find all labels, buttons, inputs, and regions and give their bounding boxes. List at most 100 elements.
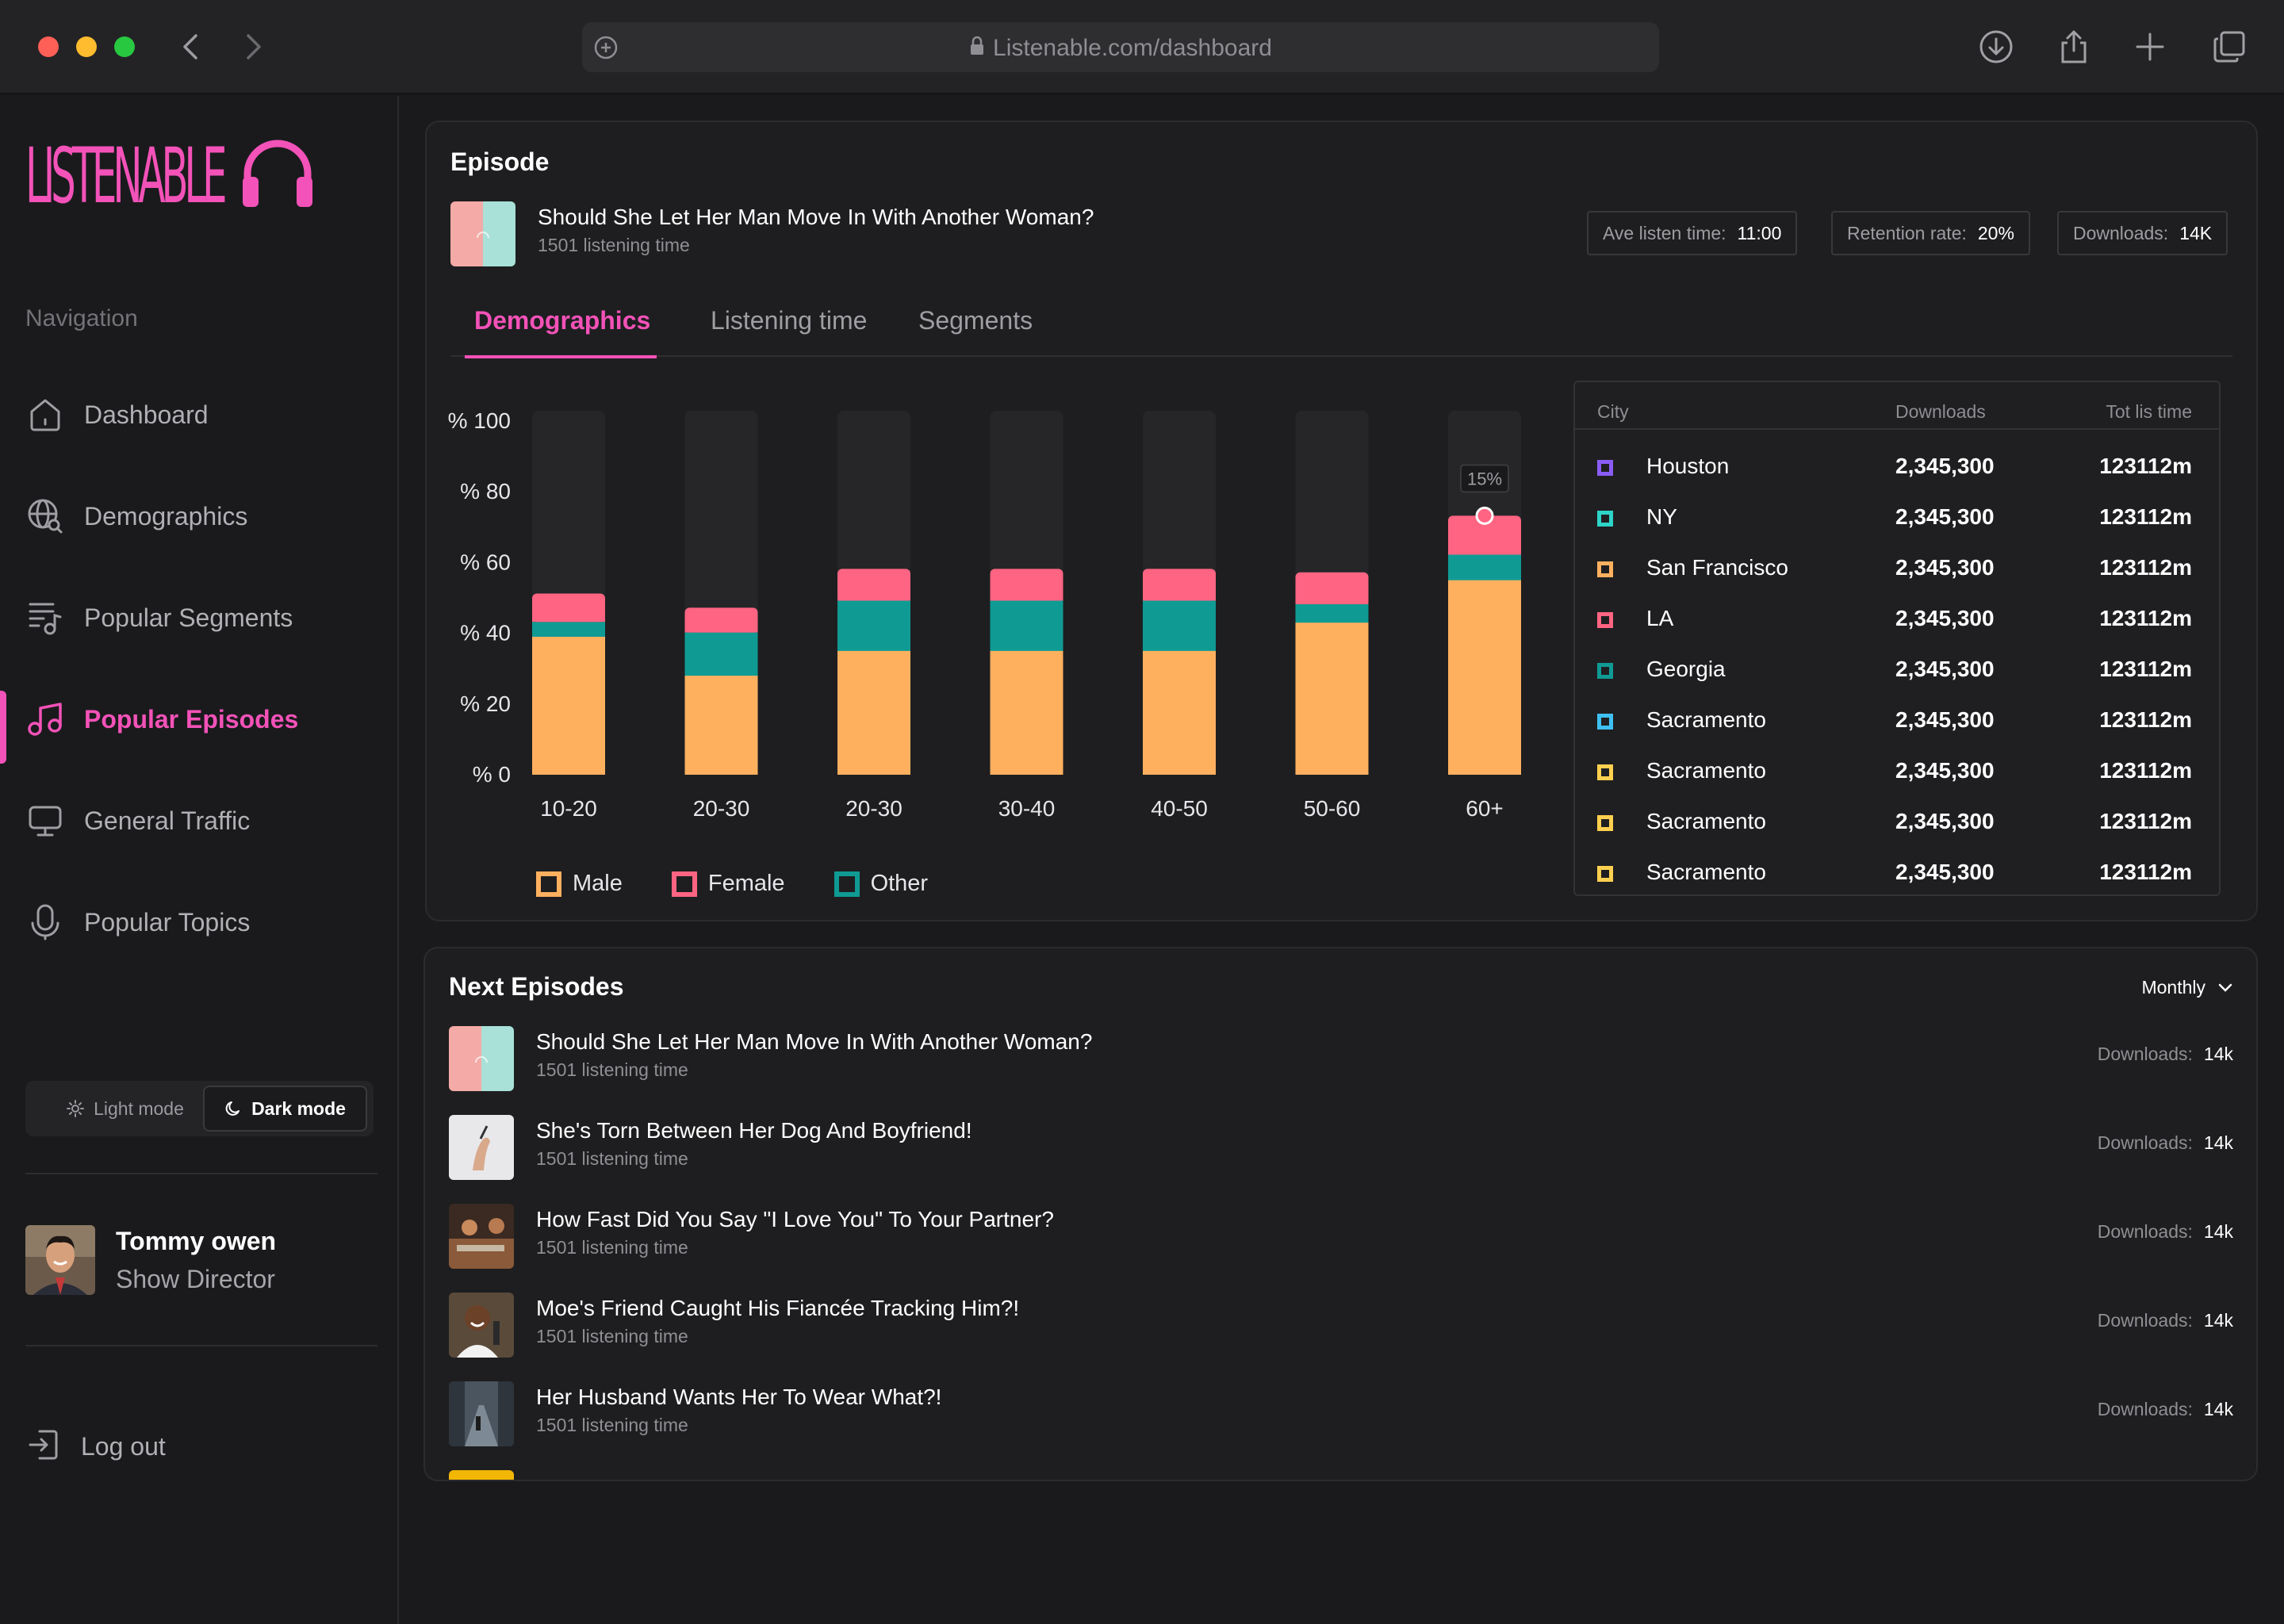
episode-downloads: Downloads: 14k [2098,1044,2233,1065]
forward-button[interactable] [238,29,270,65]
y-tick-label: % 80 [460,479,511,504]
list-item[interactable]: Her Husband Wants Her To Wear What?! 150… [449,1381,2233,1446]
city-color-swatch [1597,815,1613,831]
list-item[interactable]: How Fast Did You Say "I Love You" To You… [449,1204,2233,1269]
table-row[interactable]: Houston 2,345,300 123112m [1575,444,2219,495]
city-color-swatch [1597,612,1613,628]
legend-item-other: Other [834,871,928,897]
chevron-left-icon [183,34,197,59]
listenable-logo[interactable]: LISTENABLE [25,137,316,214]
city-color-swatch [1597,663,1613,679]
navigation-heading: Navigation [25,305,138,331]
sidebar-item-general-traffic[interactable]: General Traffic [0,789,399,852]
sidebar-item-popular-episodes[interactable]: Popular Episodes [0,688,399,764]
city-listen-time: 123112m [2099,860,2192,884]
episode-panel: Episode Should She Let Her Man Move In W… [425,121,2258,921]
sidebar-item-label: Popular Segments [84,603,293,632]
city-color-swatch [1597,511,1613,527]
downloads-label: Downloads: [2097,1310,2193,1331]
light-mode-button[interactable]: Light mode [32,1086,219,1132]
y-tick-label: % 20 [460,691,511,716]
next-episodes-title: Next Episodes [449,972,624,1001]
bar-segment-male [684,675,758,775]
sidebar-item-popular-topics[interactable]: Popular Topics [0,891,399,954]
logout-icon [27,1428,60,1465]
moon-icon [225,1101,240,1116]
sidebar-item-dashboard[interactable]: Dashboard [0,383,399,446]
monitor-icon [27,802,63,839]
list-item[interactable]: Should She Let Her Man Move In With Anot… [449,1026,2233,1091]
city-listen-time: 123112m [2099,657,2192,681]
lock-icon [969,36,985,63]
legend-swatch [536,871,561,897]
legend-label: Female [707,871,785,896]
city-listen-time: 123112m [2099,606,2192,630]
table-row[interactable]: San Francisco 2,345,300 123112m [1575,546,2219,596]
sidebar-item-popular-segments[interactable]: Popular Segments [0,586,399,649]
logo-wordmark: LISTENABLE [25,131,228,220]
x-tick-label: 60+ [1466,796,1504,821]
music-note-icon [27,701,63,737]
table-row[interactable]: Sacramento 2,345,300 123112m [1575,698,2219,749]
downloads-label: Downloads: [2097,1221,2193,1242]
downloads-value: 14k [2203,1132,2233,1153]
period-dropdown[interactable]: Monthly [2141,977,2232,998]
new-tab-button[interactable] [2132,29,2168,65]
dark-mode-button[interactable]: Dark mode [203,1086,367,1132]
logout-button[interactable]: Log out [27,1428,166,1465]
episode-title: She's Torn Between Her Dog And Boyfriend… [536,1118,972,1143]
sidebar-divider [25,1173,377,1174]
avatar[interactable] [25,1225,95,1295]
headphones-icon [240,137,316,214]
episode-downloads: Downloads: 14k [2098,1310,2233,1331]
chevron-right-icon [247,34,261,59]
tab-overview-button[interactable] [2211,29,2248,65]
city-name: LA [1646,606,1674,630]
table-row[interactable]: LA 2,345,300 123112m [1575,596,2219,647]
url-display: Listenable.com/dashboard [582,35,1659,63]
table-row[interactable]: Sacramento 2,345,300 123112m [1575,850,2219,901]
table-row[interactable]: Sacramento 2,345,300 123112m [1575,799,2219,850]
episode-downloads: Downloads: 14k [2098,1399,2233,1420]
sidebar-item-demographics[interactable]: Demographics [0,485,399,548]
user-role: Show Director [116,1265,275,1293]
home-icon [27,396,63,433]
table-row[interactable]: NY 2,345,300 123112m [1575,495,2219,546]
minimize-window-button[interactable] [76,36,97,57]
y-tick-label: % 0 [473,762,511,787]
episode-subtitle: 1501 listening time [536,1415,688,1435]
episode-subtitle: 1501 listening time [536,1326,688,1346]
share-button[interactable] [2056,29,2092,65]
city-name: San Francisco [1646,555,1788,580]
downloads-button[interactable] [1978,29,2014,65]
city-listen-time: 123112m [2099,555,2192,580]
back-button[interactable] [174,29,206,65]
y-tick-label: % 60 [460,550,511,574]
download-icon [1979,30,2013,63]
microphone-icon [27,904,63,940]
list-item[interactable]: Moe's Friend Caught His Fiancée Tracking… [449,1293,2233,1358]
list-item[interactable] [449,1470,2233,1480]
city-listen-time: 123112m [2099,454,2192,478]
list-item[interactable]: She's Torn Between Her Dog And Boyfriend… [449,1115,2233,1180]
globe-search-icon [27,498,63,534]
address-bar[interactable]: Listenable.com/dashboard [582,22,1659,72]
stat-value: 20% [1977,222,2014,243]
sidebar: LISTENABLE Navigation Dashboard Demograp… [0,96,399,1624]
logout-label: Log out [81,1432,166,1461]
table-row[interactable]: Georgia 2,345,300 123112m [1575,647,2219,698]
y-tick-label: % 40 [460,621,511,645]
bar-segment-other [837,600,910,651]
x-tick-label: 20-30 [693,796,750,821]
bar-segment-male [837,649,910,775]
sun-icon [67,1100,85,1117]
close-window-button[interactable] [38,36,59,57]
ave-listen-time-stat: Ave listen time: 11:00 [1587,211,1798,255]
sidebar-divider [25,1345,377,1346]
city-table: City Downloads Tot lis time Houston 2,345… [1573,381,2221,896]
city-name: Georgia [1646,657,1726,681]
table-row[interactable]: Sacramento 2,345,300 123112m [1575,749,2219,799]
sidebar-item-label: Demographics [84,501,248,530]
maximize-window-button[interactable] [114,36,135,57]
episode-thumbnail [449,1470,514,1480]
